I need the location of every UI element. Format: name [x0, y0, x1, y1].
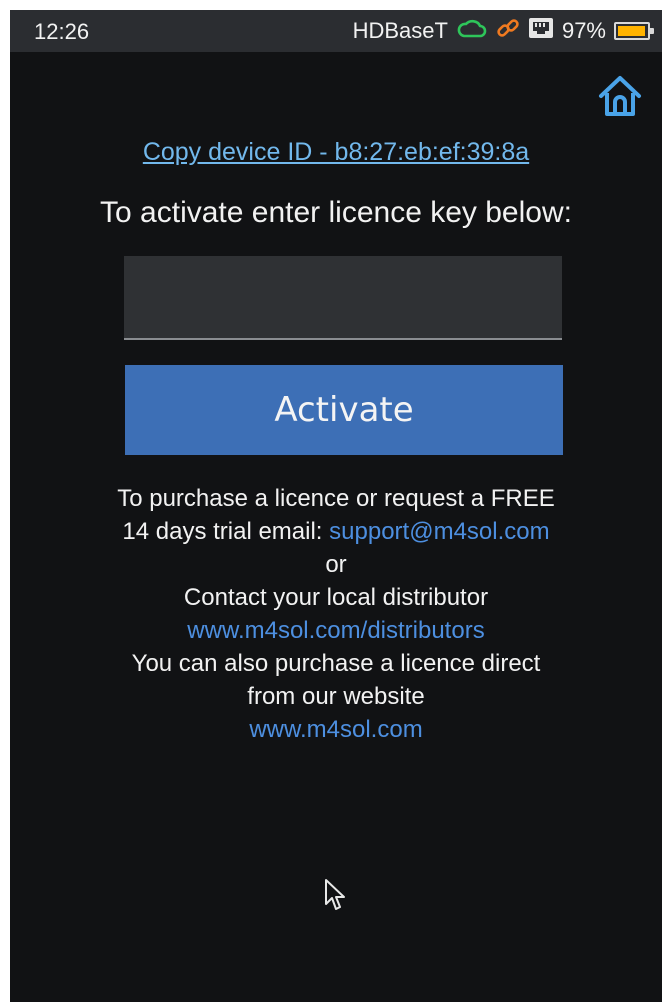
info-distributors-line: www.m4sol.com/distributors: [10, 614, 662, 647]
info-or: or: [325, 551, 347, 578]
battery-icon: [614, 22, 654, 40]
website-link[interactable]: www.m4sol.com: [249, 716, 422, 743]
mouse-cursor-icon: [324, 878, 348, 917]
copy-device-id-link[interactable]: Copy device ID - b8:27:eb:ef:39:8a: [10, 138, 662, 167]
status-network-name: HDBaseT: [352, 18, 448, 43]
info-contact: Contact your local distributor: [183, 584, 489, 611]
home-icon: [597, 74, 643, 123]
ethernet-icon: [528, 17, 554, 45]
distributors-link[interactable]: www.m4sol.com/distributors: [187, 617, 484, 644]
home-button[interactable]: [594, 72, 646, 124]
info-line-trial: 14 days trial email: support@m4sol.com: [10, 515, 662, 548]
support-email-link[interactable]: support@m4sol.com: [329, 518, 549, 545]
device-screen: 12:26 HDBaseT 97% Copy device ID - b8:27…: [10, 10, 662, 1002]
status-time: 12:26: [34, 19, 90, 44]
info-website-text: from our website: [247, 683, 425, 710]
info-line-purchase: To purchase a licence or request a FREE: [117, 485, 555, 512]
status-bar: 12:26 HDBaseT 97%: [10, 10, 662, 52]
info-website-line: www.m4sol.com: [10, 713, 662, 746]
purchase-info: To purchase a licence or request a FREE …: [10, 482, 662, 746]
cloud-icon: [456, 17, 488, 45]
activate-button[interactable]: Activate: [125, 365, 563, 455]
activation-prompt: To activate enter licence key below:: [100, 196, 572, 229]
info-direct-purchase: You can also purchase a licence direct: [131, 650, 541, 677]
trial-text: 14 days trial email:: [122, 518, 330, 545]
battery-percent: 97%: [561, 18, 606, 43]
status-icons: HDBaseT 97%: [352, 16, 654, 46]
licence-key-input[interactable]: [124, 256, 562, 340]
battery-fill: [618, 26, 646, 36]
link-icon: [496, 16, 520, 46]
